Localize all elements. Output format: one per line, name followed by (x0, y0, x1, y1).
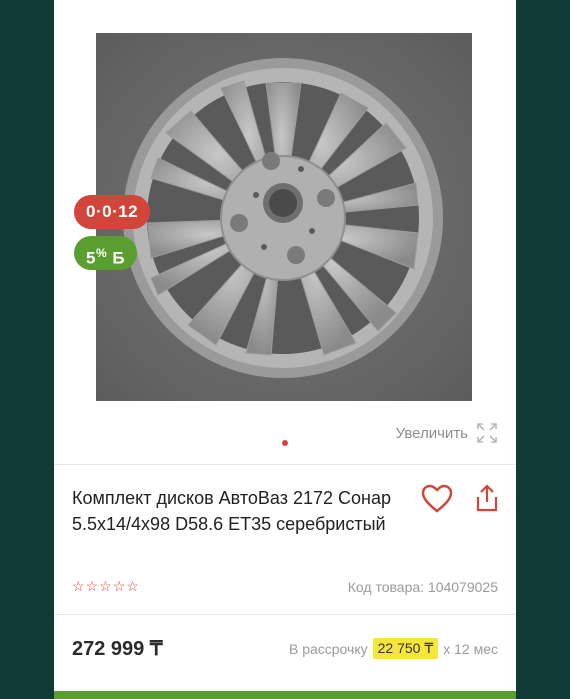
bonus-suffix: Б (112, 248, 126, 268)
timer-badge: 0·0·12 (74, 195, 151, 229)
price: 272 999 ₸ (72, 638, 163, 660)
product-image[interactable] (96, 33, 472, 401)
product-code: Код товара: 104079025 (347, 579, 498, 595)
bonus-value: 5 (86, 248, 96, 268)
product-card: 0·0·12 5% Б Увеличить Комплект дисков Ав… (54, 0, 516, 699)
divider (54, 464, 516, 465)
expand-icon (477, 423, 497, 443)
bottom-action-bar[interactable] (54, 691, 516, 699)
bonus-symbol: % (95, 246, 108, 260)
wheel-image (96, 33, 472, 401)
bonus-badge: 5% Б (74, 236, 138, 270)
installment-suffix: х 12 мес (443, 640, 498, 657)
installment-amount: 22 750 ₸ (372, 638, 439, 659)
zoom-button[interactable]: Увеличить (396, 422, 498, 444)
star-outline-icon: ☆ (112, 578, 126, 594)
star-outline-icon: ☆ (99, 578, 112, 594)
installment-info[interactable]: В рассрочку 22 750 ₸ х 12 мес (289, 638, 498, 659)
star-outline-icon: ☆ (126, 578, 139, 594)
zoom-label: Увеличить (395, 424, 468, 442)
timer-badge-text: 0·0·12 (86, 202, 139, 221)
product-title: Комплект дисков АвтоВаз 2172 Сонар 5.5x1… (72, 488, 391, 534)
carousel-indicator[interactable] (282, 440, 288, 446)
rating-stars[interactable]: ☆ ☆ ☆ ☆ ☆ (72, 578, 139, 594)
star-outline-icon: ☆ (72, 578, 85, 594)
heart-icon[interactable] (421, 484, 453, 514)
divider (54, 614, 516, 615)
star-outline-icon: ☆ (85, 578, 99, 594)
share-icon[interactable] (475, 484, 499, 512)
installment-prefix: В рассрочку (288, 640, 368, 657)
